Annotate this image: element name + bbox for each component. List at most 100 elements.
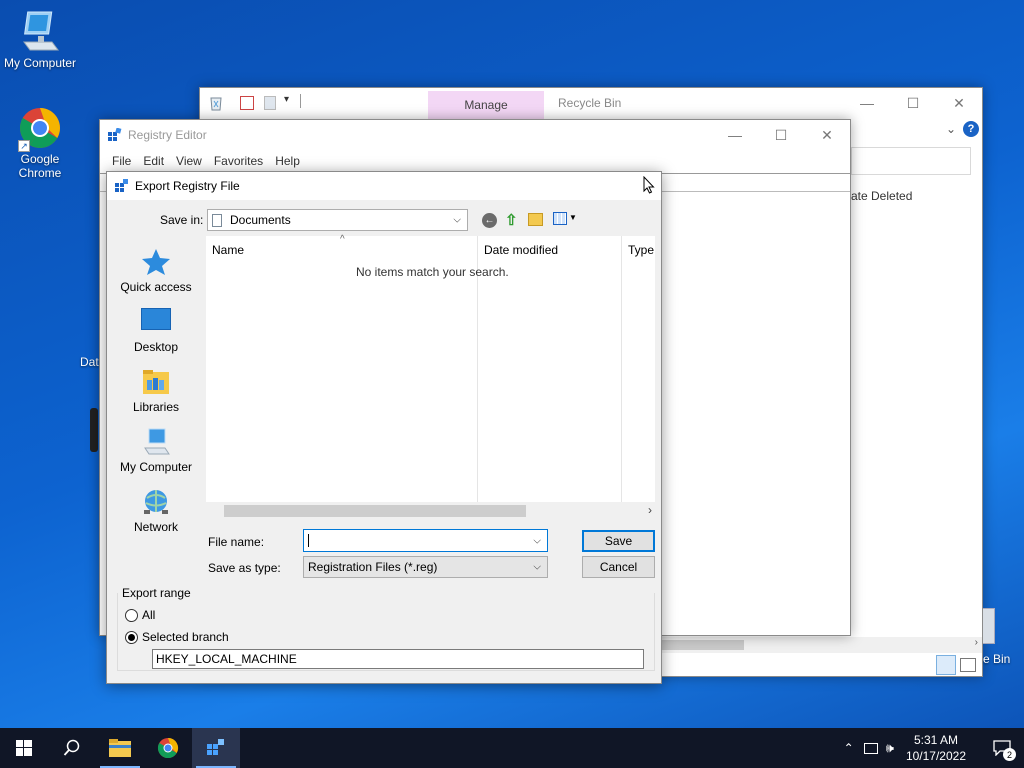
scrollbar-thumb[interactable] (224, 505, 526, 517)
place-label: My Computer (119, 460, 193, 474)
empty-message: No items match your search. (356, 265, 509, 279)
menu-file[interactable]: File (106, 154, 137, 168)
start-button[interactable] (0, 728, 48, 768)
place-quick-access[interactable]: Quick access (107, 248, 205, 294)
menu-favorites[interactable]: Favorites (208, 154, 269, 168)
notification-center-button[interactable]: 2 (980, 728, 1024, 768)
regedit-icon (115, 179, 129, 193)
radio-selected-branch[interactable]: Selected branch (125, 630, 229, 644)
taskbar: ⌃ 🕪 5:31 AM 10/17/2022 2 (0, 728, 1024, 768)
radio-all[interactable]: All (125, 608, 155, 622)
place-libraries[interactable]: Libraries (107, 368, 205, 414)
column-type[interactable]: Type (628, 243, 654, 257)
desktop-icon-my-computer[interactable]: My Computer (0, 10, 80, 70)
place-my-computer[interactable]: My Computer (107, 428, 205, 474)
chevron-down-icon: ⌵ (533, 561, 541, 573)
desktop-icon-google-chrome[interactable]: ↗ Google Chrome (0, 106, 80, 180)
minimize-button[interactable]: — (712, 120, 758, 150)
menu-edit[interactable]: Edit (137, 154, 170, 168)
view-dropdown-icon[interactable]: ▼ (569, 213, 577, 222)
sort-up-icon: ^ (340, 234, 345, 245)
menu-help[interactable]: Help (269, 154, 306, 168)
save-in-combo[interactable]: Documents ⌵ (207, 209, 468, 231)
column-date-modified[interactable]: Date modified (484, 243, 558, 257)
folder-icon (109, 739, 131, 757)
large-icons-view-icon[interactable] (960, 658, 976, 672)
documents-icon (212, 213, 222, 227)
scroll-right-icon[interactable]: › (648, 503, 652, 517)
properties-icon[interactable] (240, 96, 254, 110)
column-date-deleted[interactable]: ate Deleted (851, 189, 912, 203)
selected-branch-field[interactable]: HKEY_LOCAL_MACHINE (152, 649, 644, 669)
places-bar: Quick access Desktop Libraries My Comput… (107, 236, 206, 576)
up-folder-icon[interactable]: ⇧ (505, 211, 518, 229)
place-label: Libraries (132, 400, 180, 414)
taskbar-chrome[interactable] (144, 728, 192, 768)
search-icon (63, 739, 80, 756)
libraries-icon (141, 368, 171, 396)
desktop-icon-label: Google Chrome (18, 152, 62, 180)
clock-time: 5:31 AM (913, 733, 958, 747)
column-name[interactable]: Name (212, 243, 244, 257)
desktop-icon-partial-graphic (90, 408, 98, 452)
maximize-button[interactable]: ☐ (890, 88, 936, 118)
file-list[interactable]: ^ Name Date modified Type No items match… (206, 234, 655, 520)
volume-icon[interactable]: 🕪 (886, 740, 894, 756)
recycle-bin-titlebar[interactable]: ▾ Manage Recycle Bin — ☐ ✕ (200, 88, 982, 119)
regedit-icon (207, 739, 224, 755)
dialog-titlebar[interactable]: Export Registry File (107, 172, 661, 200)
search-button[interactable] (48, 728, 96, 768)
file-name-input[interactable]: ⌵ (303, 529, 548, 552)
close-button[interactable]: ✕ (936, 88, 982, 118)
horizontal-scrollbar[interactable]: › (662, 637, 982, 653)
new-folder-icon[interactable] (264, 96, 276, 110)
new-folder-icon[interactable] (528, 213, 543, 226)
network-icon[interactable] (863, 742, 878, 754)
recycle-bin-desktop-icon (983, 608, 995, 644)
help-icon[interactable]: ? (963, 121, 979, 137)
back-icon[interactable]: ← (482, 213, 497, 228)
expand-ribbon-icon[interactable]: ⌄ (946, 122, 956, 136)
taskbar-registry-editor[interactable] (192, 728, 240, 768)
close-button[interactable]: ✕ (804, 120, 850, 150)
file-list-header: ^ Name Date modified Type (206, 234, 655, 506)
tab-manage[interactable]: Manage (428, 91, 544, 119)
export-registry-dialog[interactable]: Export Registry File Save in: Documents … (106, 171, 662, 684)
search-box[interactable] (851, 147, 971, 175)
save-as-type-select[interactable]: Registration Files (*.reg) ⌵ (303, 556, 548, 578)
chrome-icon: ↗ (18, 106, 62, 152)
star-icon (141, 248, 171, 276)
radio-button[interactable] (125, 608, 138, 622)
horizontal-scrollbar[interactable]: › (206, 502, 655, 520)
network-icon (141, 488, 171, 516)
details-view-icon[interactable] (936, 655, 956, 675)
desktop-icon-partial[interactable]: Dat (80, 355, 99, 369)
file-name-label: File name: (208, 535, 265, 549)
maximize-button[interactable]: ☐ (758, 120, 804, 150)
place-network[interactable]: Network (107, 488, 205, 534)
system-tray: ⌃ 🕪 5:31 AM 10/17/2022 2 (844, 728, 1024, 768)
save-in-label: Save in: (160, 213, 204, 227)
desktop-icon-partial-recycle[interactable]: e Bin (983, 652, 1010, 666)
registry-editor-titlebar[interactable]: Registry Editor — ☐ ✕ (100, 120, 850, 150)
text-caret (308, 534, 309, 547)
desktop-icon-label: My Computer (3, 56, 77, 70)
place-label: Quick access (120, 280, 192, 294)
radio-button-checked[interactable] (125, 630, 138, 644)
view-menu-icon[interactable] (553, 212, 567, 225)
registry-editor-title: Registry Editor (128, 128, 207, 142)
save-button[interactable]: Save (582, 530, 655, 552)
chevron-down-icon: ⌵ (533, 535, 541, 546)
minimize-button[interactable]: — (844, 88, 890, 118)
quick-access-dropdown-icon[interactable]: ▾ (284, 94, 289, 105)
chevron-up-icon[interactable]: ⌃ (844, 741, 854, 755)
menu-view[interactable]: View (170, 154, 208, 168)
clock[interactable]: 5:31 AM 10/17/2022 (906, 732, 966, 764)
save-in-value: Documents (230, 213, 291, 227)
taskbar-file-explorer[interactable] (96, 728, 144, 768)
place-desktop[interactable]: Desktop (107, 308, 205, 354)
cancel-button[interactable]: Cancel (582, 556, 655, 578)
dialog-title: Export Registry File (135, 179, 240, 193)
place-label: Desktop (133, 340, 179, 354)
desktop-icon (141, 308, 171, 330)
